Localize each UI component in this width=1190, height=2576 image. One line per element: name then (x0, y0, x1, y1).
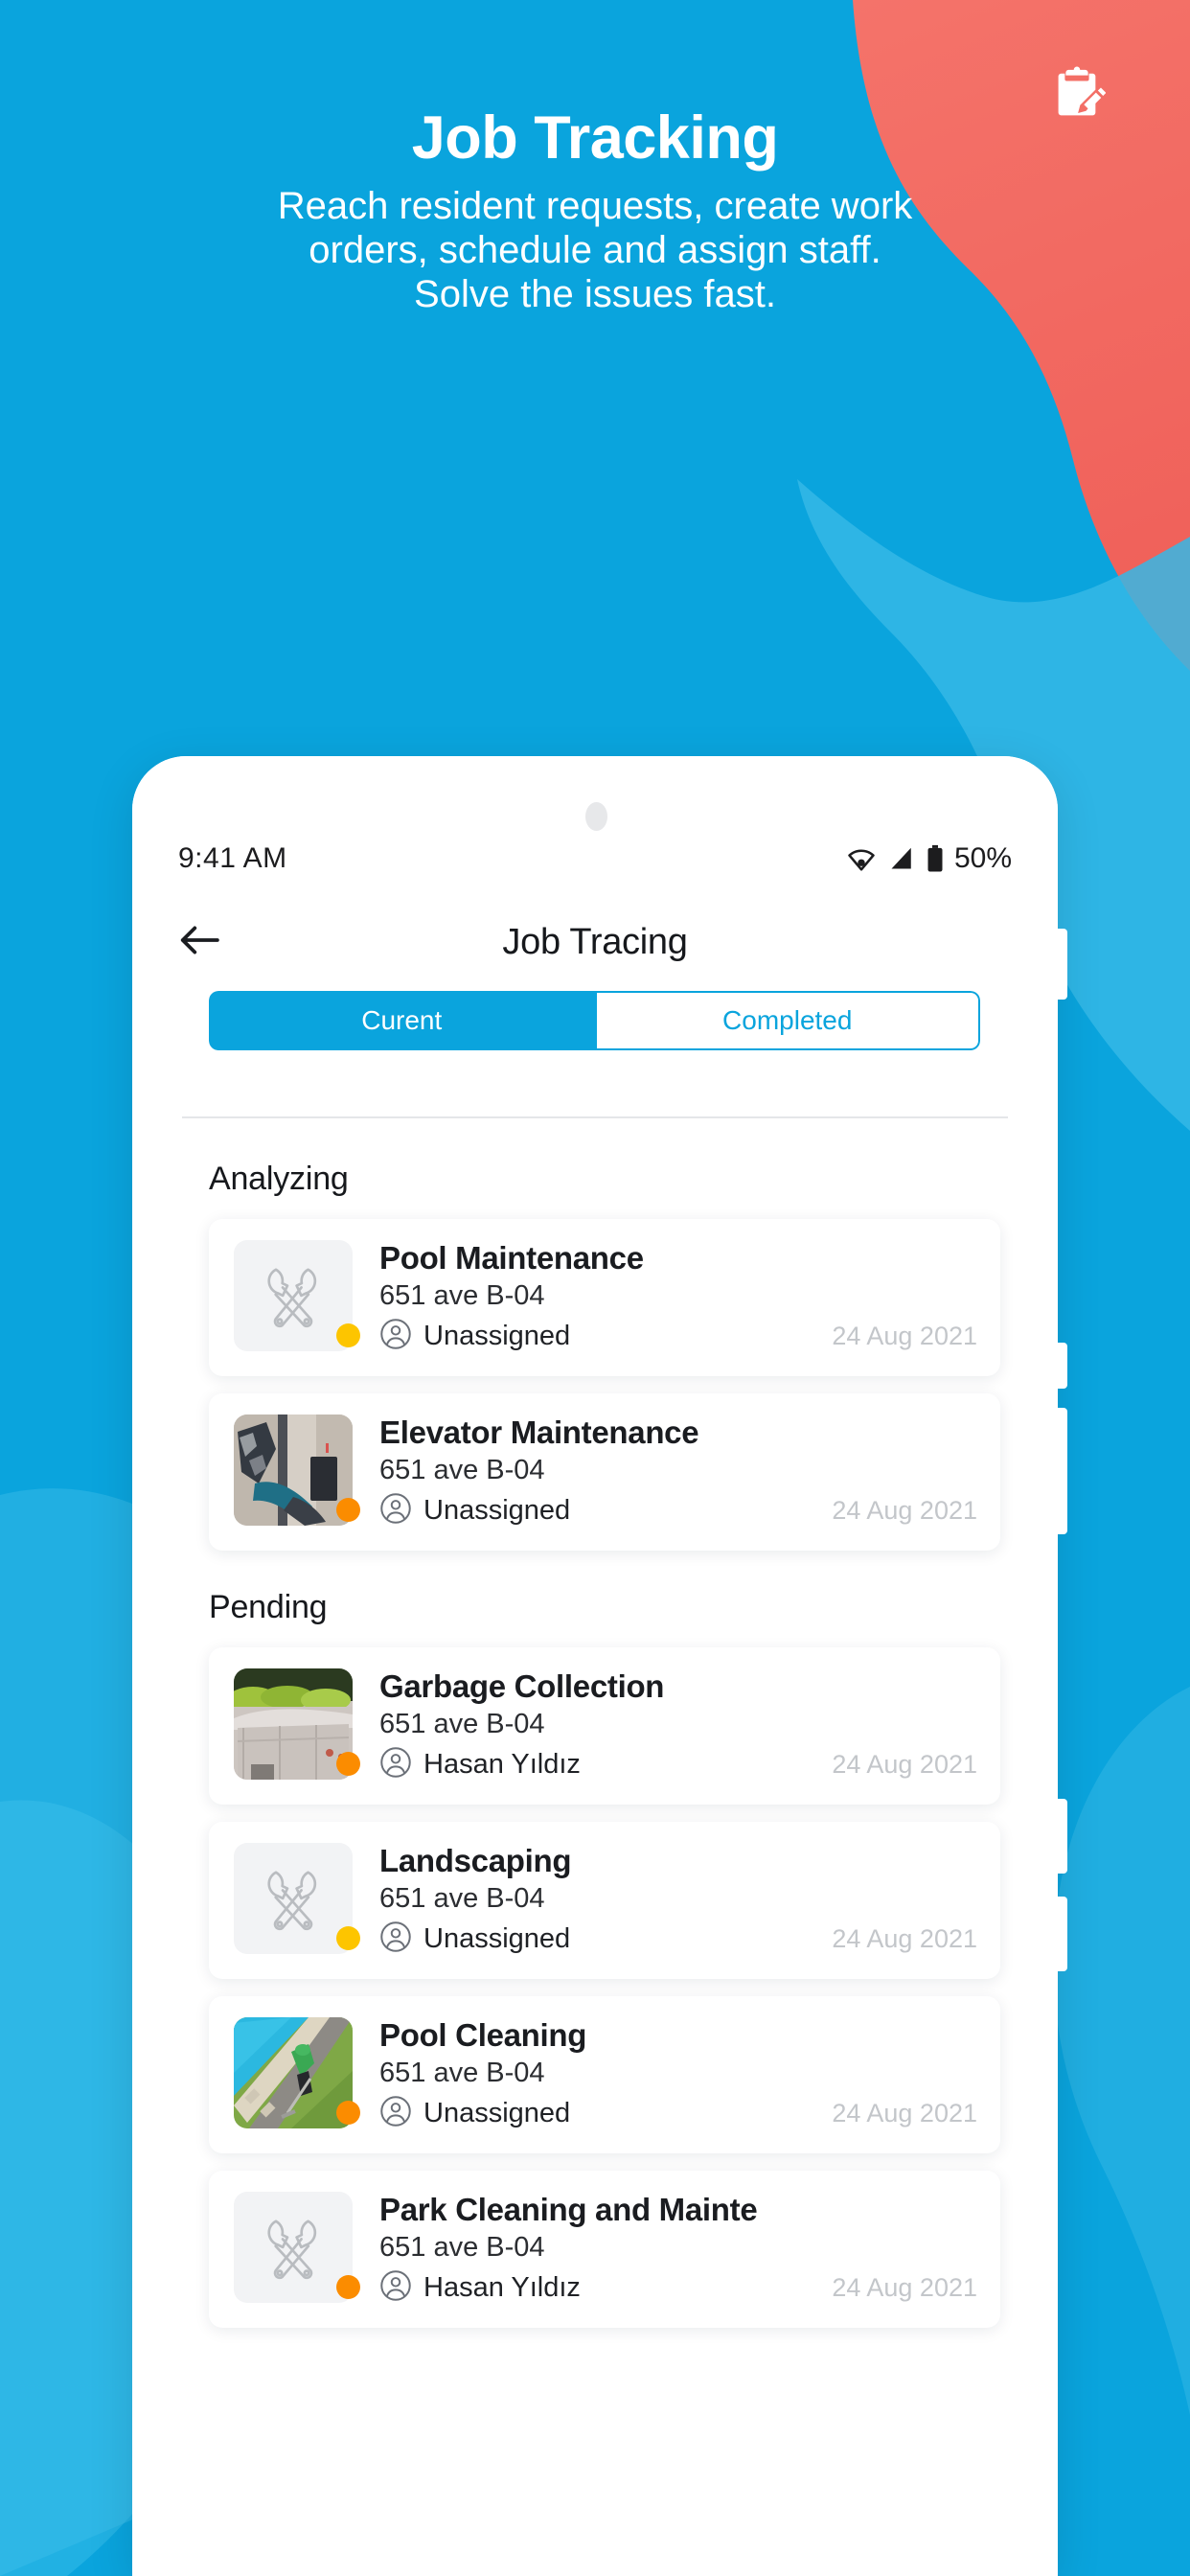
status-time: 9:41 AM (178, 842, 287, 874)
section-title: Pending (209, 1589, 328, 1625)
job-title: Elevator Maintenance (379, 1414, 699, 1450)
job-footer: Unassigned 24 Aug 2021 (379, 1920, 977, 1958)
tab-bar: Curent Completed (209, 991, 980, 1050)
battery-icon (927, 844, 943, 872)
subtitle-line-3: Solve the issues fast. (414, 273, 776, 315)
job-footer: Hasan Yıldız 24 Aug 2021 (379, 2269, 977, 2307)
job-card[interactable]: Landscaping 651 ave B-04 Unassigned 24 Aug… (209, 1822, 1000, 1979)
job-thumbnail (234, 1414, 353, 1526)
job-title: Garbage Collection (379, 1668, 665, 1704)
pool-photo (234, 2017, 353, 2128)
job-address: 651 ave B-04 (379, 2232, 545, 2263)
phone-mockup: 9:41 AM 50% Job Tracing Curent Completed… (132, 756, 1067, 2576)
job-thumbnail (234, 2192, 353, 2303)
job-card[interactable]: Park Cleaning and Mainte 651 ave B-04 Has… (209, 2171, 1000, 2328)
person-circle-icon (380, 2270, 411, 2301)
person-circle-icon (380, 1747, 411, 1778)
battery-percent: 50% (953, 842, 1012, 874)
job-address: 651 ave B-04 (379, 2058, 545, 2088)
job-thumbnail (234, 1240, 353, 1351)
job-list[interactable]: Analyzing Pool Maintenance 651 ave B-04 U… (132, 1139, 1058, 2345)
tools-icon (267, 2220, 317, 2280)
job-card[interactable]: Garbage Collection 651 ave B-04 Hasan Yıl… (209, 1647, 1000, 1805)
job-date: 24 Aug 2021 (832, 2099, 977, 2128)
app-title: Job Tracing (502, 921, 688, 962)
tools-icon (267, 1871, 317, 1931)
app-header: Job Tracing (132, 902, 1058, 982)
tab-completed[interactable]: Completed (594, 991, 980, 1050)
job-title: Pool Cleaning (379, 2017, 587, 2053)
job-address: 651 ave B-04 (379, 1709, 545, 1739)
person-circle-icon (380, 2096, 411, 2127)
job-footer: Unassigned 24 Aug 2021 (379, 1492, 977, 1530)
back-button[interactable] (171, 911, 228, 969)
tab-completed-label: Completed (722, 1005, 853, 1035)
job-details: Garbage Collection 651 ave B-04 Hasan Yıl… (353, 1668, 977, 1783)
job-assignee: Hasan Yıldız (423, 2272, 581, 2303)
cellular-signal-icon (891, 847, 911, 869)
job-details: Pool Maintenance 651 ave B-04 Unassigned 2… (353, 1240, 977, 1355)
job-footer: Hasan Yıldız 24 Aug 2021 (379, 1746, 977, 1783)
wifi-icon (848, 849, 875, 871)
job-card[interactable]: Pool Maintenance 651 ave B-04 Unassigned 2… (209, 1219, 1000, 1376)
page-subtitle: Reach resident requests, create work ord… (92, 184, 1098, 316)
job-assignee: Hasan Yıldız (423, 1749, 581, 1780)
elevator-photo (234, 1414, 353, 1526)
tab-current[interactable]: Curent (209, 991, 595, 1050)
person-circle-icon (380, 1921, 411, 1952)
garbage-photo (234, 1668, 353, 1780)
job-footer: Unassigned 24 Aug 2021 (379, 2095, 977, 2132)
job-footer: Unassigned 24 Aug 2021 (379, 1318, 977, 1355)
job-thumbnail (234, 1668, 353, 1780)
job-date: 24 Aug 2021 (832, 1322, 977, 1350)
job-thumbnail-wrap (234, 2017, 360, 2128)
subtitle-line-2: orders, schedule and assign staff. (309, 229, 881, 271)
job-assignee: Unassigned (423, 1321, 571, 1351)
job-thumbnail-wrap (234, 1843, 360, 1954)
job-details: Park Cleaning and Mainte 651 ave B-04 Has… (353, 2192, 977, 2307)
job-date: 24 Aug 2021 (832, 1750, 977, 1779)
job-address: 651 ave B-04 (379, 1280, 545, 1311)
job-thumbnail (234, 2017, 353, 2128)
job-address: 651 ave B-04 (379, 1883, 545, 1914)
page-title: Job Tracking (411, 104, 779, 172)
header-divider (182, 1116, 1008, 1118)
person-circle-icon (380, 1319, 411, 1349)
job-assignee: Unassigned (423, 2098, 571, 2128)
job-date: 24 Aug 2021 (832, 2273, 977, 2302)
job-title: Park Cleaning and Mainte (379, 2192, 758, 2227)
front-camera (585, 802, 607, 831)
job-assignee: Unassigned (423, 1495, 571, 1526)
job-details: Pool Cleaning 651 ave B-04 Unassigned 24 A… (353, 2017, 977, 2132)
job-date: 24 Aug 2021 (832, 1924, 977, 1953)
job-thumbnail-wrap (234, 1668, 360, 1780)
tools-icon (267, 1268, 317, 1328)
job-card[interactable]: Pool Cleaning 651 ave B-04 Unassigned 24 A… (209, 1996, 1000, 2153)
job-assignee: Unassigned (423, 1923, 571, 1954)
person-circle-icon (380, 1493, 411, 1524)
section-title: Analyzing (209, 1161, 349, 1197)
job-date: 24 Aug 2021 (832, 1496, 977, 1525)
arrow-left-icon (180, 926, 219, 954)
job-thumbnail-wrap (234, 1414, 360, 1526)
job-title: Pool Maintenance (379, 1240, 644, 1276)
job-thumbnail (234, 1843, 353, 1954)
job-details: Landscaping 651 ave B-04 Unassigned 24 Aug… (353, 1843, 977, 1958)
status-bar: 9:41 AM 50% (132, 835, 1058, 883)
job-thumbnail-wrap (234, 1240, 360, 1351)
job-card[interactable]: Elevator Maintenance 651 ave B-04 Unassig… (209, 1393, 1000, 1551)
job-details: Elevator Maintenance 651 ave B-04 Unassig… (353, 1414, 977, 1530)
job-title: Landscaping (379, 1843, 572, 1878)
subtitle-line-1: Reach resident requests, create work (277, 185, 913, 227)
job-thumbnail-wrap (234, 2192, 360, 2303)
promo-screen: Job Tracking Reach resident requests, cr… (0, 0, 1190, 2576)
job-address: 651 ave B-04 (379, 1455, 545, 1485)
tab-current-label: Curent (361, 1005, 443, 1035)
